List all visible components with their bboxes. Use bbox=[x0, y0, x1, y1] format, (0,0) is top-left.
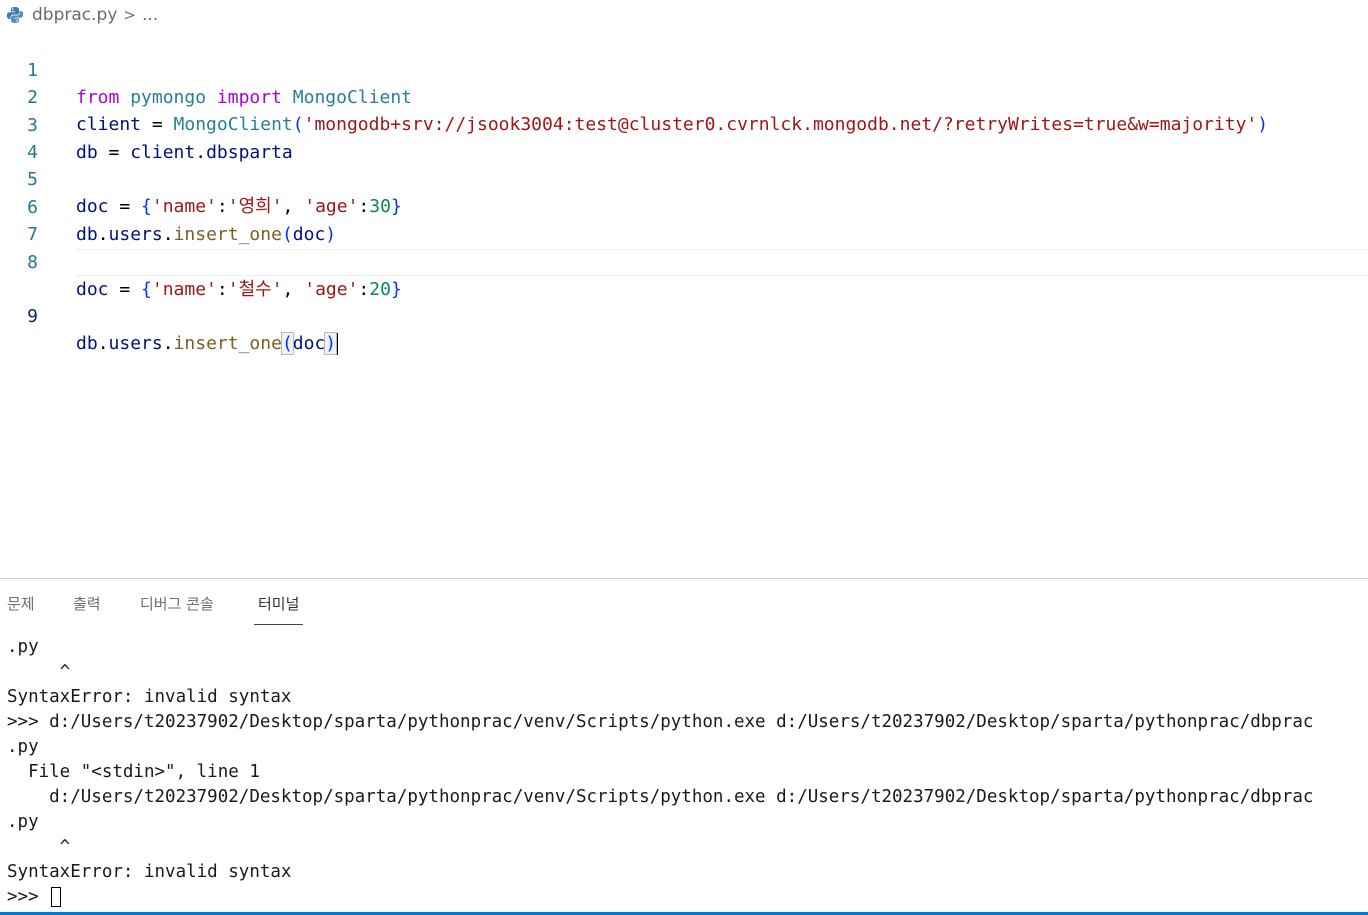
terminal-line: .py bbox=[7, 737, 39, 757]
token: } bbox=[390, 279, 402, 300]
terminal-line: SyntaxError: invalid syntax bbox=[7, 862, 292, 882]
breadcrumb-filename[interactable]: dbprac.py bbox=[32, 5, 117, 25]
token: 20 bbox=[369, 279, 391, 300]
line-code[interactable]: db.users.insert_one(doc) bbox=[76, 330, 339, 357]
breadcrumb-more[interactable]: ... bbox=[142, 5, 158, 25]
token: , bbox=[282, 279, 305, 300]
code-line[interactable]: 5 doc = {'name':'영희', 'age':30} bbox=[0, 139, 1368, 217]
token: users bbox=[108, 333, 163, 354]
terminal-line: ^ bbox=[7, 837, 71, 857]
line-number: 9 bbox=[27, 306, 38, 327]
chevron-right-icon: > bbox=[123, 6, 136, 24]
text-cursor bbox=[336, 333, 339, 355]
token: 'age' bbox=[304, 279, 359, 300]
terminal-prompt: >>> bbox=[7, 887, 50, 907]
bracket-match: ) bbox=[324, 332, 338, 355]
panel-tabs: 문제 출력 디버그 콘솔 터미널 bbox=[0, 579, 1368, 625]
token: . bbox=[97, 333, 109, 354]
token: { bbox=[141, 279, 152, 300]
tab-output[interactable]: 출력 bbox=[73, 593, 101, 625]
code-line[interactable]: 1 from pymongo import MongoClient bbox=[0, 30, 1368, 108]
terminal-line: >>> d:/Users/t20237902/Desktop/sparta/py… bbox=[7, 712, 1314, 732]
code-line[interactable]: 4 bbox=[0, 112, 1368, 163]
token: = bbox=[108, 279, 142, 300]
code-line[interactable]: 2 client = MongoClient('mongodb+srv://js… bbox=[0, 57, 1368, 135]
tab-debug-console[interactable]: 디버그 콘솔 bbox=[140, 593, 214, 625]
tab-problems[interactable]: 문제 bbox=[7, 593, 35, 625]
terminal-line: SyntaxError: invalid syntax bbox=[7, 687, 292, 707]
token: : bbox=[358, 279, 370, 300]
bottom-panel: 문제 출력 디버그 콘솔 터미널 .py ^ SyntaxError: inva… bbox=[0, 578, 1368, 915]
code-line[interactable]: 7 bbox=[0, 194, 1368, 245]
code-line[interactable]: 6 db.users.insert_one(doc) bbox=[0, 167, 1368, 245]
terminal-line: .py bbox=[7, 812, 39, 832]
terminal-line: File "<stdin>", line 1 bbox=[7, 762, 260, 782]
python-file-icon bbox=[7, 7, 23, 23]
token: 'name' bbox=[151, 279, 217, 300]
token: . bbox=[162, 333, 174, 354]
code-line[interactable]: 3 db = client.dbsparta bbox=[0, 85, 1368, 163]
line-code[interactable]: doc = {'name':'철수', 'age':20} bbox=[76, 276, 402, 303]
terminal-line: d:/Users/t20237902/Desktop/sparta/python… bbox=[7, 787, 1314, 807]
tab-terminal[interactable]: 터미널 bbox=[254, 593, 304, 625]
breadcrumb: dbprac.py > ... bbox=[0, 0, 1368, 30]
token: db bbox=[76, 333, 98, 354]
code-line[interactable]: 8 doc = {'name':'철수', 'age':20} bbox=[0, 222, 1368, 300]
code-line-current[interactable]: 9 db.users.insert_one(doc) bbox=[0, 249, 1368, 355]
token: '철수' bbox=[227, 279, 283, 300]
token: doc bbox=[76, 279, 109, 300]
code-editor[interactable]: 1 from pymongo import MongoClient 2 clie… bbox=[0, 30, 1368, 578]
terminal-prompt-line[interactable]: >>> bbox=[7, 885, 1368, 910]
token: doc bbox=[292, 333, 326, 354]
token: : bbox=[216, 279, 228, 300]
terminal-line: .py bbox=[7, 637, 39, 657]
terminal-cursor bbox=[51, 887, 62, 907]
terminal[interactable]: .py ^ SyntaxError: invalid syntax >>> d:… bbox=[7, 635, 1368, 913]
bracket-match: ( bbox=[280, 332, 294, 355]
terminal-line: ^ bbox=[7, 662, 71, 682]
token: insert_one bbox=[173, 333, 282, 354]
current-line-highlight bbox=[76, 249, 1368, 276]
